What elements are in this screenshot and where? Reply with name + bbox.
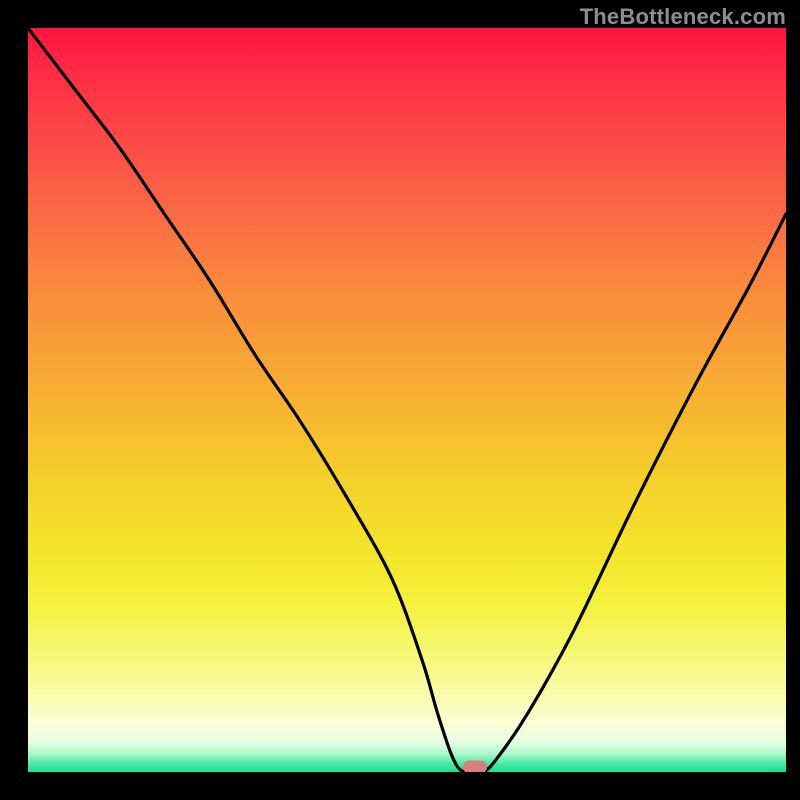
watermark-text: TheBottleneck.com bbox=[580, 4, 786, 30]
plot-frame bbox=[14, 28, 786, 786]
plot-area bbox=[28, 28, 786, 772]
bottleneck-curve bbox=[28, 28, 786, 772]
bottleneck-chart: TheBottleneck.com bbox=[0, 0, 800, 800]
optimal-point-marker bbox=[463, 760, 487, 772]
